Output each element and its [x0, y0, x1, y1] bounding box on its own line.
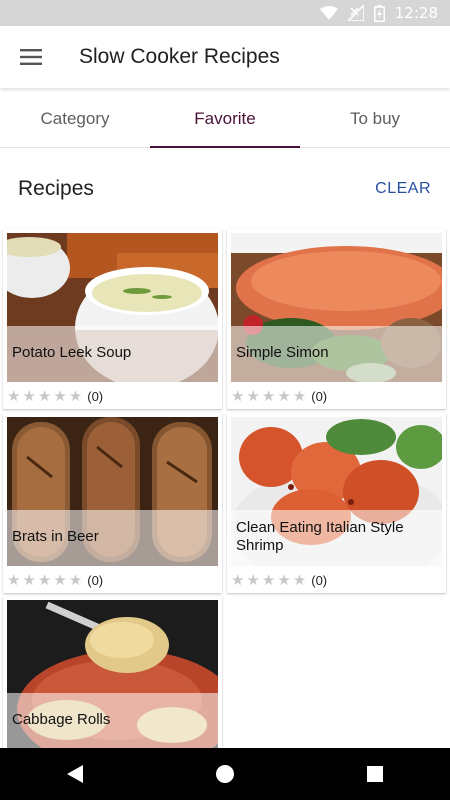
home-button[interactable]	[195, 748, 255, 800]
battery-charging-icon	[373, 4, 385, 22]
status-bar: 12:28	[0, 0, 450, 26]
rating: ★★★★★ (0)	[231, 570, 327, 590]
rating-stars[interactable]: ★★★★★	[7, 387, 84, 405]
section-header: Recipes CLEAR	[0, 160, 450, 218]
wifi-icon	[319, 6, 338, 20]
hamburger-menu-icon	[20, 49, 42, 65]
recipe-name: Potato Leek Soup	[7, 326, 218, 382]
recipe-name: Simple Simon	[231, 326, 442, 382]
rating-count: (0)	[87, 572, 104, 588]
rating-count: (0)	[87, 388, 104, 404]
menu-button[interactable]	[0, 26, 62, 88]
recipe-card[interactable]: Cabbage Rolls	[3, 596, 222, 748]
rating-stars[interactable]: ★★★★★	[231, 571, 308, 589]
recipe-card[interactable]: Brats in Beer ★★★★★ (0)	[3, 413, 222, 593]
tab-category[interactable]: Category	[0, 90, 150, 147]
section-title: Recipes	[18, 177, 94, 200]
recipe-card[interactable]: Clean Eating Italian Style Shrimp ★★★★★ …	[227, 413, 446, 593]
rating: ★★★★★ (0)	[7, 570, 103, 590]
recents-button[interactable]	[345, 748, 405, 800]
clear-button[interactable]: CLEAR	[375, 180, 431, 198]
app-title: Slow Cooker Recipes	[79, 45, 280, 68]
system-nav-bar	[0, 748, 450, 800]
app-bar: Slow Cooker Recipes	[0, 26, 450, 88]
rating: ★★★★★ (0)	[231, 386, 327, 406]
recipe-card[interactable]: Potato Leek Soup ★★★★★ (0)	[3, 229, 222, 409]
recipe-name: Cabbage Rolls	[7, 693, 218, 748]
rating-count: (0)	[311, 572, 328, 588]
recipe-name: Clean Eating Italian Style Shrimp	[231, 510, 442, 566]
tab-favorite[interactable]: Favorite	[150, 90, 300, 148]
tab-to-buy[interactable]: To buy	[300, 90, 450, 147]
back-triangle-icon	[67, 765, 83, 783]
rating-stars[interactable]: ★★★★★	[7, 571, 84, 589]
back-button[interactable]	[45, 748, 105, 800]
rating: ★★★★★ (0)	[7, 386, 103, 406]
home-circle-icon	[216, 765, 234, 783]
clock: 12:28	[394, 4, 438, 22]
recipe-card[interactable]: Simple Simon ★★★★★ (0)	[227, 229, 446, 409]
tab-bar: Category Favorite To buy	[0, 90, 450, 148]
recents-square-icon	[367, 766, 383, 782]
signal-icon	[347, 5, 364, 21]
rating-count: (0)	[311, 388, 328, 404]
recipe-name: Brats in Beer	[7, 510, 218, 566]
rating-stars[interactable]: ★★★★★	[231, 387, 308, 405]
